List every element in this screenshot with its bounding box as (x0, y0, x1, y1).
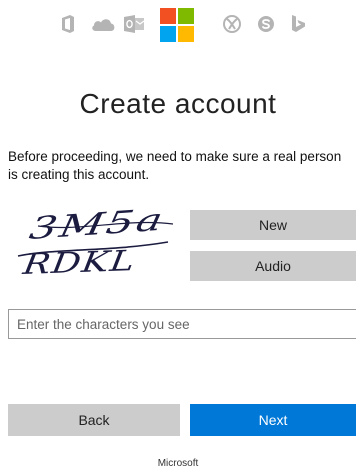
captcha-description: Before proceeding, we need to make sure … (8, 149, 342, 182)
bing-icon (288, 14, 308, 34)
back-button[interactable]: Back (8, 404, 180, 436)
footer-brand: Microsoft (157, 458, 199, 469)
logo-square-yellow (178, 26, 194, 42)
captcha-input[interactable] (8, 309, 356, 339)
audio-captcha-button[interactable]: Audio (190, 251, 356, 281)
onedrive-icon (90, 14, 116, 34)
product-icon-row (0, 8, 356, 42)
create-account-page: Create account Before proceeding, we nee… (0, 0, 356, 474)
captcha-input-wrapper (8, 309, 356, 339)
logo-square-red (160, 8, 176, 24)
logo-square-blue (160, 26, 176, 42)
office-icon (58, 14, 78, 34)
microsoft-logo (160, 8, 194, 42)
new-captcha-button[interactable]: New (190, 210, 356, 240)
skype-icon (256, 14, 276, 34)
captcha-image: 3M5a RDKL (8, 201, 180, 282)
logo-square-green (178, 8, 194, 24)
xbox-icon (222, 14, 242, 34)
page-title: Create account (79, 88, 277, 119)
outlook-icon (124, 14, 144, 34)
next-button[interactable]: Next (190, 404, 356, 436)
